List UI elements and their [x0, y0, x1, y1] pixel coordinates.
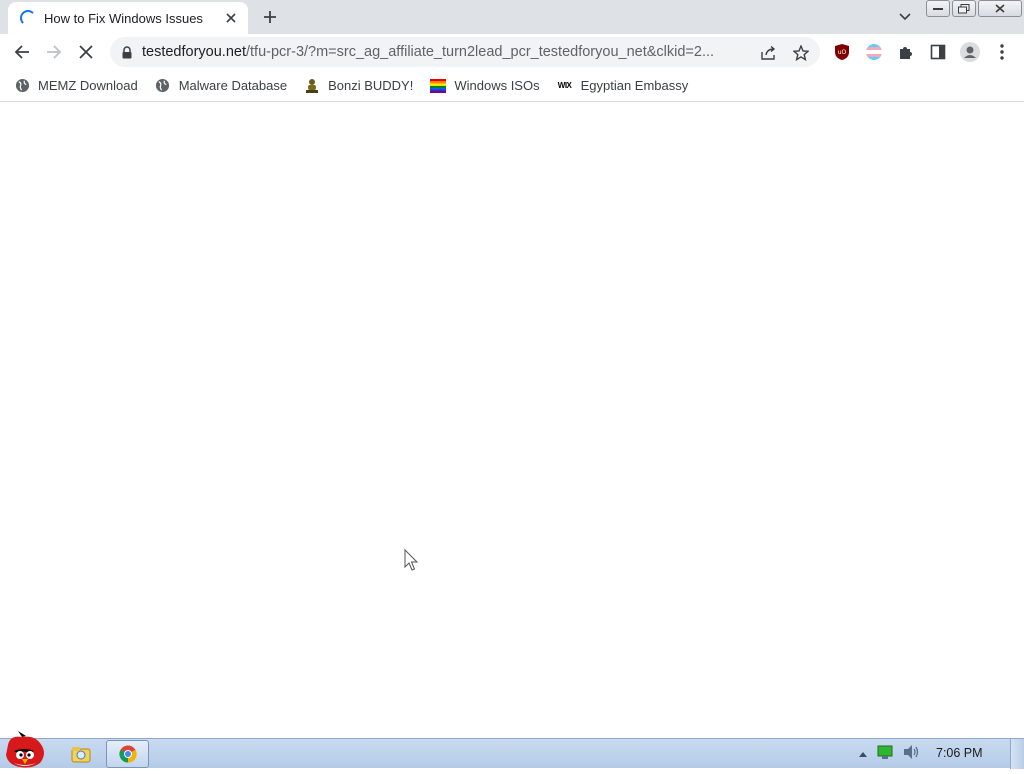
close-icon [79, 45, 93, 59]
explorer-icon [71, 747, 91, 763]
stop-loading-button[interactable] [74, 40, 98, 64]
taskbar: 7:06 PM [0, 731, 1024, 769]
lock-icon[interactable] [120, 45, 134, 59]
arrow-right-icon [47, 45, 62, 59]
bookmark-bonzi-buddy[interactable]: Bonzi BUDDY! [304, 72, 430, 100]
side-panel-icon[interactable] [927, 41, 949, 63]
url-host: testedforyou.net [142, 44, 246, 60]
close-window-button[interactable] [978, 0, 1022, 17]
restore-button[interactable] [952, 0, 976, 17]
show-desktop-button[interactable] [1010, 739, 1024, 769]
bookmark-label: Egyptian Embassy [580, 78, 689, 93]
bookmark-label: Malware Database [178, 78, 288, 93]
tab-strip: How to Fix Windows Issues [0, 0, 1024, 34]
system-tray [858, 744, 920, 764]
chrome-icon [118, 745, 137, 763]
svg-text:uO: uO [838, 49, 847, 56]
volume-icon[interactable] [902, 744, 920, 765]
bonzi-icon [304, 78, 320, 94]
share-icon[interactable] [758, 42, 780, 64]
taskbar-clock[interactable]: 7:06 PM [936, 746, 983, 760]
wix-logo-text: WIX [557, 81, 572, 90]
url-text[interactable]: testedforyou.net/tfu-pcr-3/?m=src_ag_aff… [142, 44, 752, 60]
puzzle-icon[interactable] [895, 41, 917, 63]
mouse-pointer-icon [404, 549, 419, 571]
profile-icon[interactable] [959, 41, 981, 63]
globe-icon [155, 78, 171, 94]
bookmark-malware-database[interactable]: Malware Database [155, 72, 304, 100]
tab-title: How to Fix Windows Issues [44, 10, 203, 26]
chrome-taskbar-button[interactable] [106, 740, 149, 768]
new-tab-button[interactable] [258, 5, 282, 29]
bookmark-label: MEMZ Download [38, 78, 138, 93]
bookmark-windows-isos[interactable]: Windows ISOs [430, 72, 556, 100]
star-icon[interactable] [790, 42, 812, 64]
kebab-menu-icon[interactable] [991, 41, 1013, 63]
ublock-icon[interactable]: uO [831, 41, 853, 63]
trans-flag-icon[interactable] [863, 41, 885, 63]
back-button[interactable] [10, 40, 34, 64]
address-bar[interactable]: testedforyou.net/tfu-pcr-3/?m=src_ag_aff… [110, 37, 820, 67]
show-hidden-icons-icon[interactable] [858, 745, 868, 763]
tab-active[interactable]: How to Fix Windows Issues [8, 2, 248, 34]
start-button[interactable] [0, 731, 50, 769]
network-icon[interactable] [876, 744, 894, 765]
wix-icon: WIX [557, 78, 573, 94]
arrow-left-icon [14, 45, 29, 59]
forward-button[interactable] [42, 40, 66, 64]
browser-toolbar: testedforyou.net/tfu-pcr-3/?m=src_ag_aff… [0, 34, 1024, 70]
page-content[interactable] [0, 103, 1024, 738]
url-path: /tfu-pcr-3/?m=src_ag_affiliate_turn2lead… [246, 44, 715, 60]
tab-search-chevron-icon[interactable] [894, 6, 916, 28]
loading-spinner-icon [20, 10, 36, 26]
bookmarks-bar: MEMZ Download Malware Database Bonzi BUD… [0, 70, 1024, 102]
bookmark-label: Windows ISOs [454, 78, 540, 93]
bookmark-label: Bonzi BUDDY! [328, 78, 414, 93]
bookmark-memz-download[interactable]: MEMZ Download [14, 72, 155, 100]
rainbow-flag-icon [430, 78, 447, 94]
minimize-button[interactable] [926, 0, 950, 17]
angry-bird-start-icon [6, 731, 44, 768]
globe-icon [14, 78, 30, 94]
bookmark-egyptian-embassy[interactable]: WIX Egyptian Embassy [557, 72, 706, 100]
tab-close-icon[interactable] [222, 9, 240, 27]
window-controls [926, 0, 1022, 18]
explorer-taskbar-button[interactable] [68, 740, 94, 768]
